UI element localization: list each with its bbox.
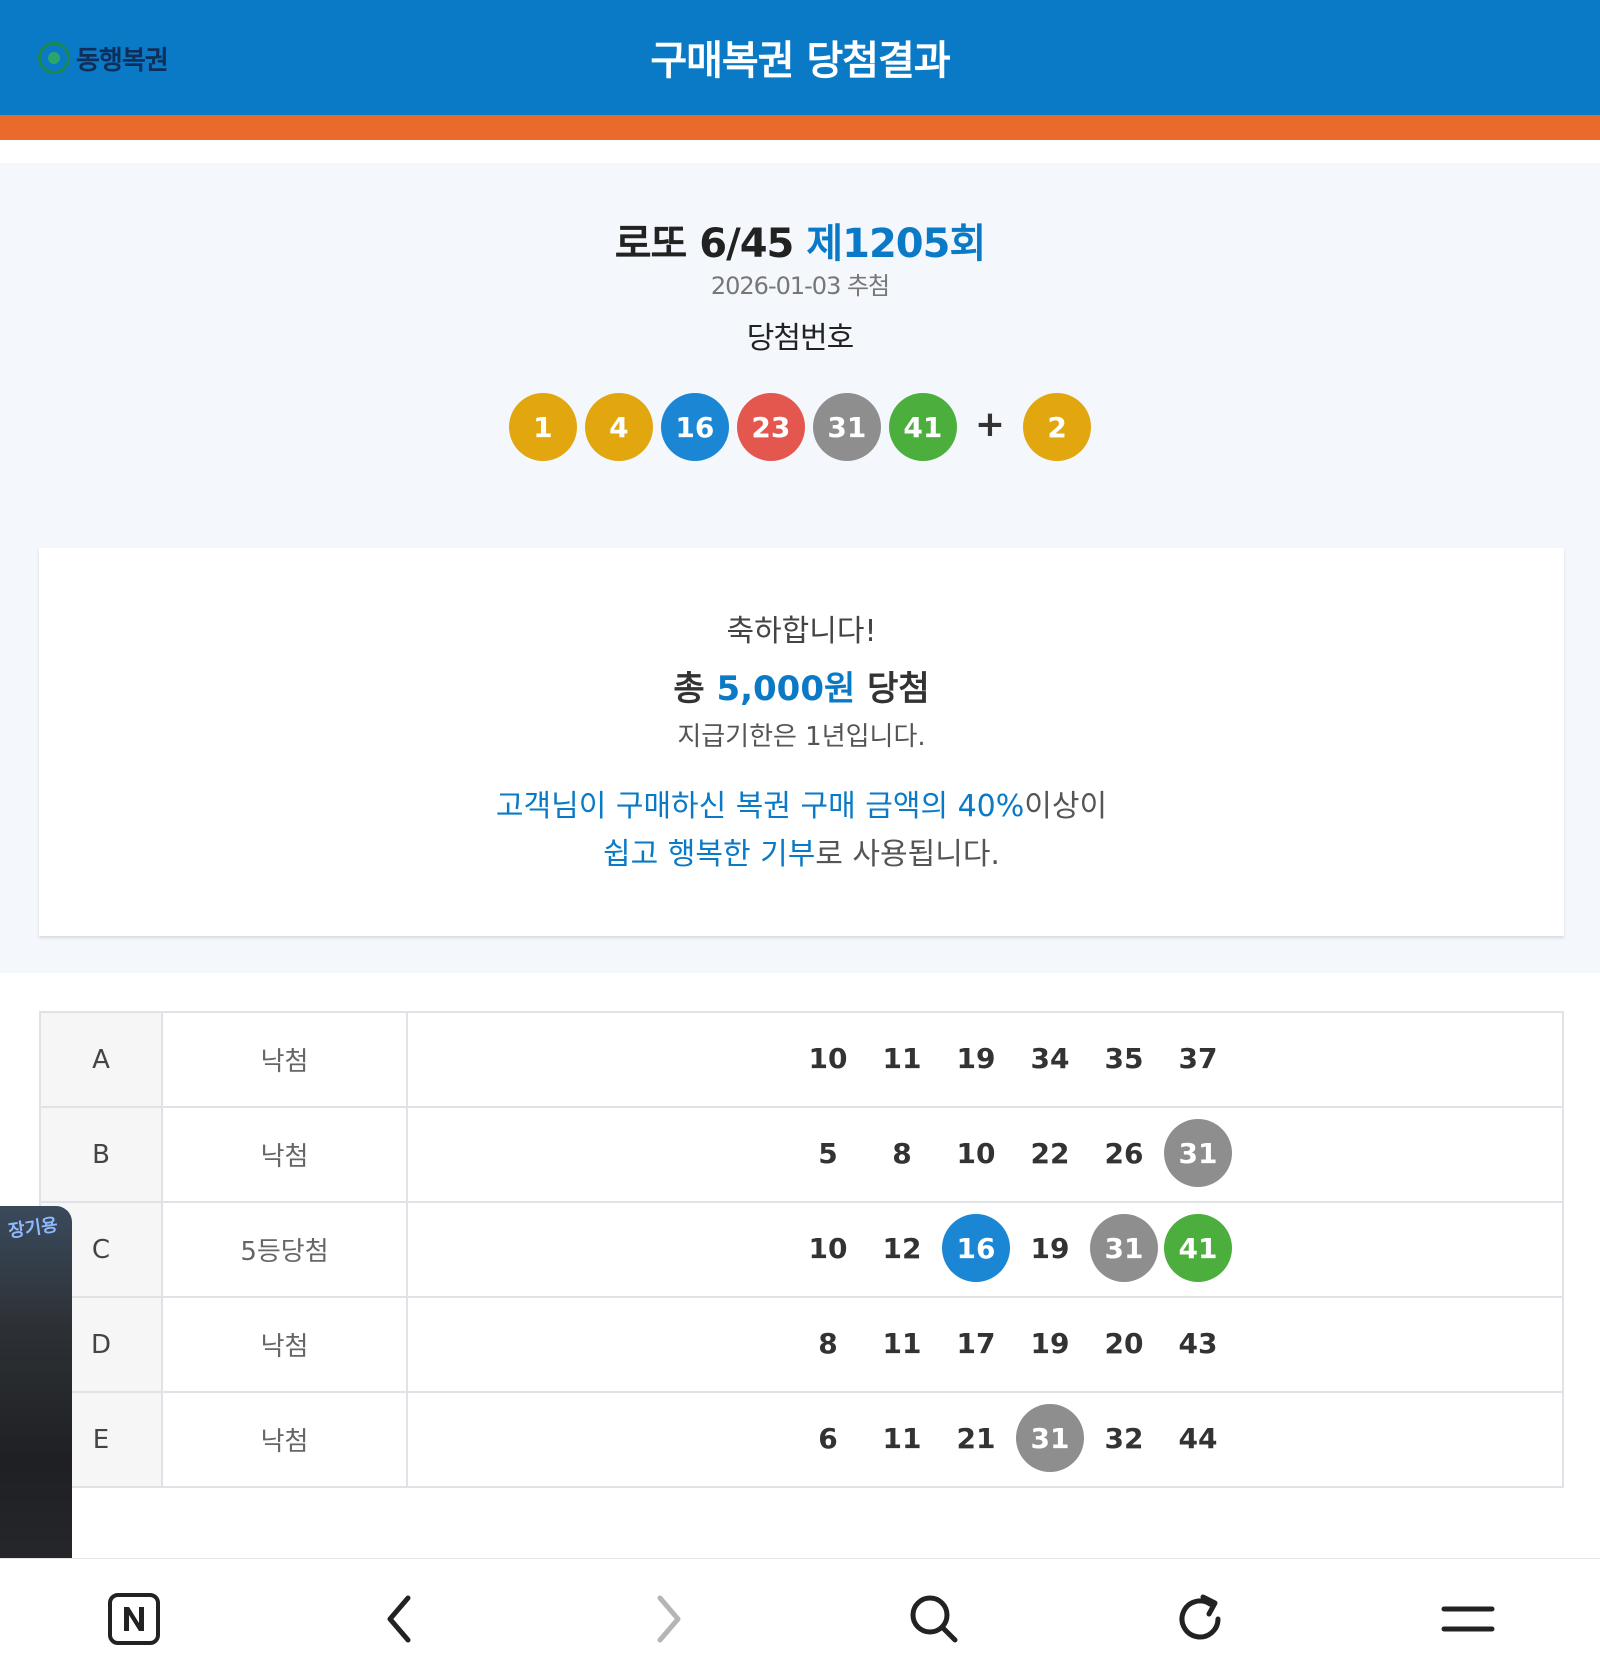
ticket-number: 10 xyxy=(956,1136,996,1170)
ticket-number: 37 xyxy=(1178,1041,1218,1075)
game-name: 로또 6/45 xyxy=(614,221,795,267)
donation-highlight-2: 쉽고 행복한 기부 xyxy=(603,837,816,872)
thumbnail-label: 장기용 xyxy=(6,1214,60,1243)
ticket-number: 26 xyxy=(1104,1136,1144,1170)
ticket-row: C 5등당첨 10 12 16 19 31 41 xyxy=(39,1201,1564,1298)
donation-highlight-1: 고객님이 구매하신 복권 구매 금액의 40% xyxy=(495,789,1025,824)
winning-ball: 23 xyxy=(736,393,805,461)
naver-home-button[interactable] xyxy=(102,1587,166,1651)
ticket-row: E 낙첨 6 11 21 31 32 44 xyxy=(39,1391,1564,1488)
ticket-number: 10 xyxy=(808,1231,848,1265)
payment-deadline: 지급기한은 1년입니다. xyxy=(677,722,926,752)
ticket-row-id: A xyxy=(39,1011,163,1108)
total-amount: 5,000원 xyxy=(716,669,856,709)
ticket-number-list: 5 8 10 22 26 31 xyxy=(791,1119,1235,1187)
ticket-number: 11 xyxy=(882,1421,922,1455)
ticket-number: 19 xyxy=(956,1041,996,1075)
ticket-number: 20 xyxy=(1104,1326,1144,1360)
winning-ball: 16 xyxy=(660,393,729,461)
draw-title: 로또 6/45 제1205회 xyxy=(0,211,1600,269)
prize-result-card: 축하합니다! 총 5,000원 당첨 지급기한은 1년입니다. 고객님이 구매하… xyxy=(39,548,1564,936)
ticket-number-matched: 41 xyxy=(1164,1214,1232,1282)
naver-icon xyxy=(108,1593,160,1645)
ticket-number: 8 xyxy=(818,1326,838,1360)
ticket-row: D 낙첨 8 11 17 19 20 43 xyxy=(39,1296,1564,1393)
ticket-number: 17 xyxy=(956,1326,996,1360)
ticket-number: 22 xyxy=(1030,1136,1070,1170)
plus-sign: + xyxy=(974,403,1006,445)
page-title: 구매복권 당첨결과 xyxy=(650,38,950,84)
ticket-row-result: 낙첨 xyxy=(161,1011,408,1108)
ticket-number-matched: 16 xyxy=(942,1214,1010,1282)
search-button[interactable] xyxy=(902,1587,966,1651)
ticket-number: 11 xyxy=(882,1041,922,1075)
ticket-number: 10 xyxy=(808,1041,848,1075)
winning-numbers-label: 당첨번호 xyxy=(746,321,854,356)
ticket-number: 34 xyxy=(1030,1041,1070,1075)
ticket-number-list: 8 11 17 19 20 43 xyxy=(791,1309,1235,1377)
ticket-number-matched: 31 xyxy=(1164,1119,1232,1187)
menu-icon xyxy=(1441,1606,1495,1632)
ticket-row: B 낙첨 5 8 10 22 26 31 xyxy=(39,1106,1564,1203)
winning-ball: 4 xyxy=(584,393,653,461)
refresh-button[interactable] xyxy=(1168,1587,1232,1651)
ticket-number: 5 xyxy=(818,1136,838,1170)
total-suffix: 당첨 xyxy=(855,669,930,709)
winning-ball: 31 xyxy=(812,393,881,461)
ticket-number-list: 10 11 19 34 35 37 xyxy=(791,1024,1235,1092)
ticket-number: 21 xyxy=(956,1421,996,1455)
ticket-number: 11 xyxy=(882,1326,922,1360)
search-icon xyxy=(910,1595,958,1643)
ticket-number: 19 xyxy=(1030,1231,1070,1265)
winning-ball: 41 xyxy=(888,393,957,461)
menu-button[interactable] xyxy=(1436,1587,1500,1651)
ticket-row-result: 낙첨 xyxy=(161,1391,408,1488)
bonus-ball: 2 xyxy=(1023,393,1092,461)
ticket-row-numbers: 5 8 10 22 26 31 xyxy=(406,1106,1564,1203)
ticket-row-result: 낙첨 xyxy=(161,1106,408,1203)
ticket-row-result: 낙첨 xyxy=(161,1296,408,1393)
ticket-row-result: 5등당첨 xyxy=(161,1201,408,1298)
ticket-number: 8 xyxy=(892,1136,912,1170)
ticket-row-id: B xyxy=(39,1106,163,1203)
donation-text-2: 로 사용됩니다. xyxy=(815,837,1000,872)
donation-text-1: 이상이 xyxy=(1024,789,1108,824)
ticket-number-list: 6 11 21 31 32 44 xyxy=(791,1404,1235,1472)
back-icon xyxy=(387,1595,411,1643)
forward-button[interactable] xyxy=(636,1587,700,1651)
ticket-number: 12 xyxy=(882,1231,922,1265)
ticket-results-table: A 낙첨 10 11 19 34 35 37 B 낙첨 5 8 10 22 26 31 C 5등당첨 10 12 16 1… xyxy=(39,1011,1564,1488)
ticket-row: A 낙첨 10 11 19 34 35 37 xyxy=(39,1011,1564,1108)
refresh-icon xyxy=(1179,1594,1221,1640)
draw-date: 2026-01-03 추첨 xyxy=(710,272,890,300)
back-button[interactable] xyxy=(368,1587,432,1651)
ticket-row-numbers: 8 11 17 19 20 43 xyxy=(406,1296,1564,1393)
winning-numbers: 1 4 16 23 31 41 + 2 xyxy=(0,393,1600,461)
winning-ball: 1 xyxy=(508,393,577,461)
ticket-number-matched: 31 xyxy=(1090,1214,1158,1282)
ticket-number-matched: 31 xyxy=(1016,1404,1084,1472)
ticket-number: 19 xyxy=(1030,1326,1070,1360)
header-accent-bar xyxy=(0,115,1600,140)
ticket-number: 32 xyxy=(1104,1421,1144,1455)
draw-summary: 로또 6/45 제1205회 2026-01-03 추첨 당첨번호 1 4 16… xyxy=(0,163,1600,973)
ticket-number: 6 xyxy=(818,1421,838,1455)
ticket-row-numbers: 10 12 16 19 31 41 xyxy=(406,1201,1564,1298)
donation-notice: 고객님이 구매하신 복권 구매 금액의 40%이상이 쉽고 행복한 기부로 사용… xyxy=(39,783,1564,879)
browser-bottom-nav xyxy=(0,1558,1600,1674)
total-prize: 총 5,000원 당첨 xyxy=(39,661,1564,710)
round-number: 제1205회 xyxy=(806,221,986,267)
ticket-number: 43 xyxy=(1178,1326,1218,1360)
ticket-row-numbers: 10 11 19 34 35 37 xyxy=(406,1011,1564,1108)
ticket-number-list: 10 12 16 19 31 41 xyxy=(791,1214,1235,1282)
ticket-number: 35 xyxy=(1104,1041,1144,1075)
forward-icon xyxy=(657,1595,681,1643)
ticket-number: 44 xyxy=(1178,1421,1218,1455)
ticket-row-numbers: 6 11 21 31 32 44 xyxy=(406,1391,1564,1488)
congrats-message: 축하합니다! xyxy=(726,614,877,649)
total-prefix: 총 xyxy=(673,669,717,709)
app-header: 동행복권 구매복권 당첨결과 xyxy=(0,0,1600,115)
